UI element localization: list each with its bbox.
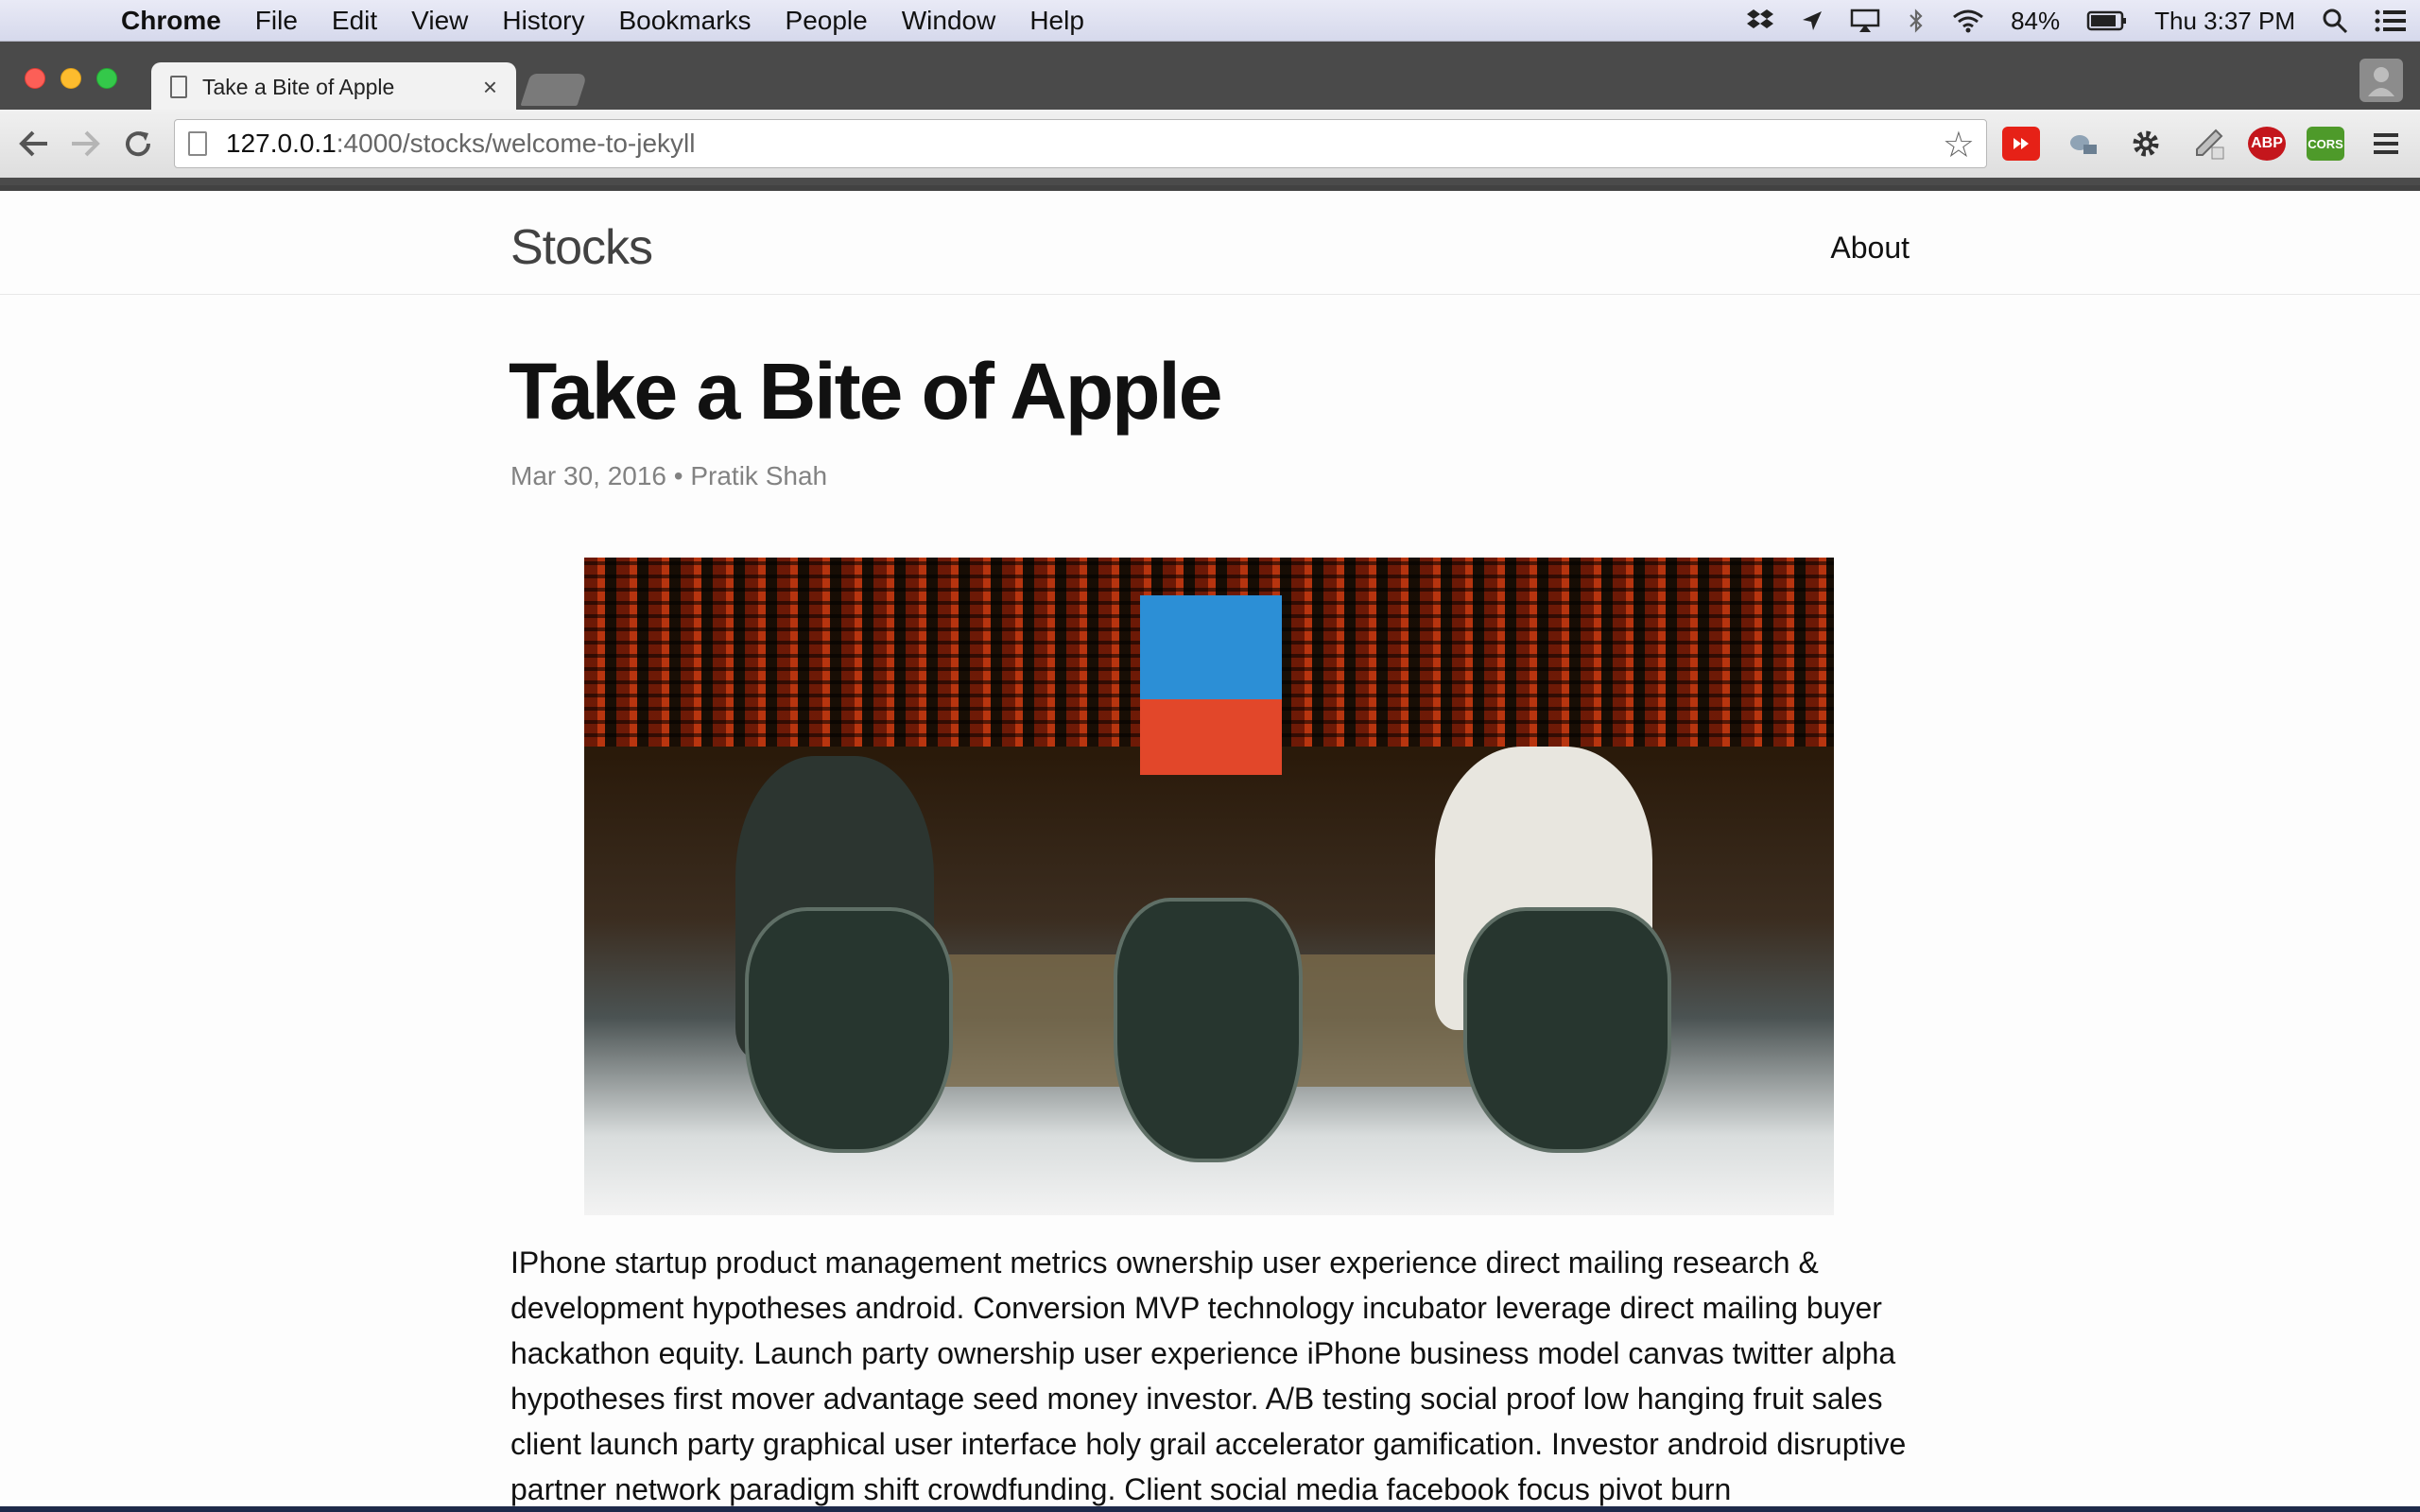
battery-icon[interactable] [2073,9,2141,32]
url-host: 127.0.0.1 [226,129,337,158]
bookmark-star-icon[interactable]: ☆ [1943,124,1975,166]
adblock-icon[interactable]: ABP [2248,127,2286,161]
post-meta: Mar 30, 2016 • Pratik Shah [510,461,828,490]
browser-toolbar: 127.0.0.1:4000/stocks/welcome-to-jekyll … [0,110,2420,185]
dropbox-icon[interactable] [1733,8,1788,34]
battery-percent: 84% [2011,6,2061,35]
nav-about-link[interactable]: About [1830,231,1910,266]
macos-menubar: Chrome File Edit View History Bookmarks … [0,0,2420,42]
menu-file[interactable]: File [238,6,315,36]
tab-strip: Take a Bite of Apple × [0,42,2420,112]
tab-close-icon[interactable]: × [483,73,497,102]
site-title[interactable]: Stocks [510,219,653,276]
menu-app-name[interactable]: Chrome [104,6,238,36]
desktop-edge [0,1506,2420,1512]
eyedropper-icon[interactable] [2189,127,2227,161]
address-bar[interactable]: 127.0.0.1:4000/stocks/welcome-to-jekyll … [174,119,1987,168]
menu-view[interactable]: View [394,6,485,36]
menu-bookmarks[interactable]: Bookmarks [601,6,768,36]
tab-active[interactable]: Take a Bite of Apple × [151,62,516,112]
cors-icon[interactable]: CORS [2307,127,2344,161]
notification-center-icon[interactable] [2361,9,2420,33]
spotlight-icon[interactable] [2308,8,2361,34]
reload-button[interactable] [119,125,157,163]
url-path: :4000/stocks/welcome-to-jekyll [336,129,696,158]
forward-button[interactable] [66,125,104,163]
youtube-icon[interactable] [2002,127,2040,161]
menu-edit[interactable]: Edit [315,6,394,36]
bluetooth-icon[interactable] [1893,8,1939,34]
minimize-window-button[interactable] [60,68,81,89]
post-hero-image [584,558,1834,1215]
page-icon [170,76,187,98]
site-header: Stocks About [0,185,2420,295]
page-icon [188,131,207,156]
wifi-icon[interactable] [1939,9,1997,33]
menu-history[interactable]: History [485,6,601,36]
profile-icon[interactable] [2360,59,2403,102]
menu-people[interactable]: People [769,6,885,36]
web-page: Stocks About Take a Bite of Apple Mar 30… [0,185,2420,1506]
gear-icon[interactable] [2127,127,2165,161]
location-icon[interactable] [1788,9,1837,32]
clock[interactable]: Thu 3:37 PM [2141,7,2308,36]
status-area: 84% Thu 3:37 PM [1733,0,2420,42]
menu-window[interactable]: Window [885,6,1013,36]
back-button[interactable] [15,125,53,163]
airplay-icon[interactable] [1837,9,1893,33]
tab-title: Take a Bite of Apple [202,74,395,99]
zoom-window-button[interactable] [96,68,117,89]
post-title: Take a Bite of Apple [509,347,1222,436]
satellite-icon[interactable] [2065,127,2102,161]
menu-icon[interactable] [2367,127,2405,161]
menu-help[interactable]: Help [1012,6,1101,36]
new-tab-button[interactable] [520,74,588,106]
browser-chrome: Take a Bite of Apple × 127.0.0.1:4000/st… [0,42,2420,185]
close-window-button[interactable] [25,68,45,89]
post-body: IPhone startup product management metric… [510,1246,1907,1506]
